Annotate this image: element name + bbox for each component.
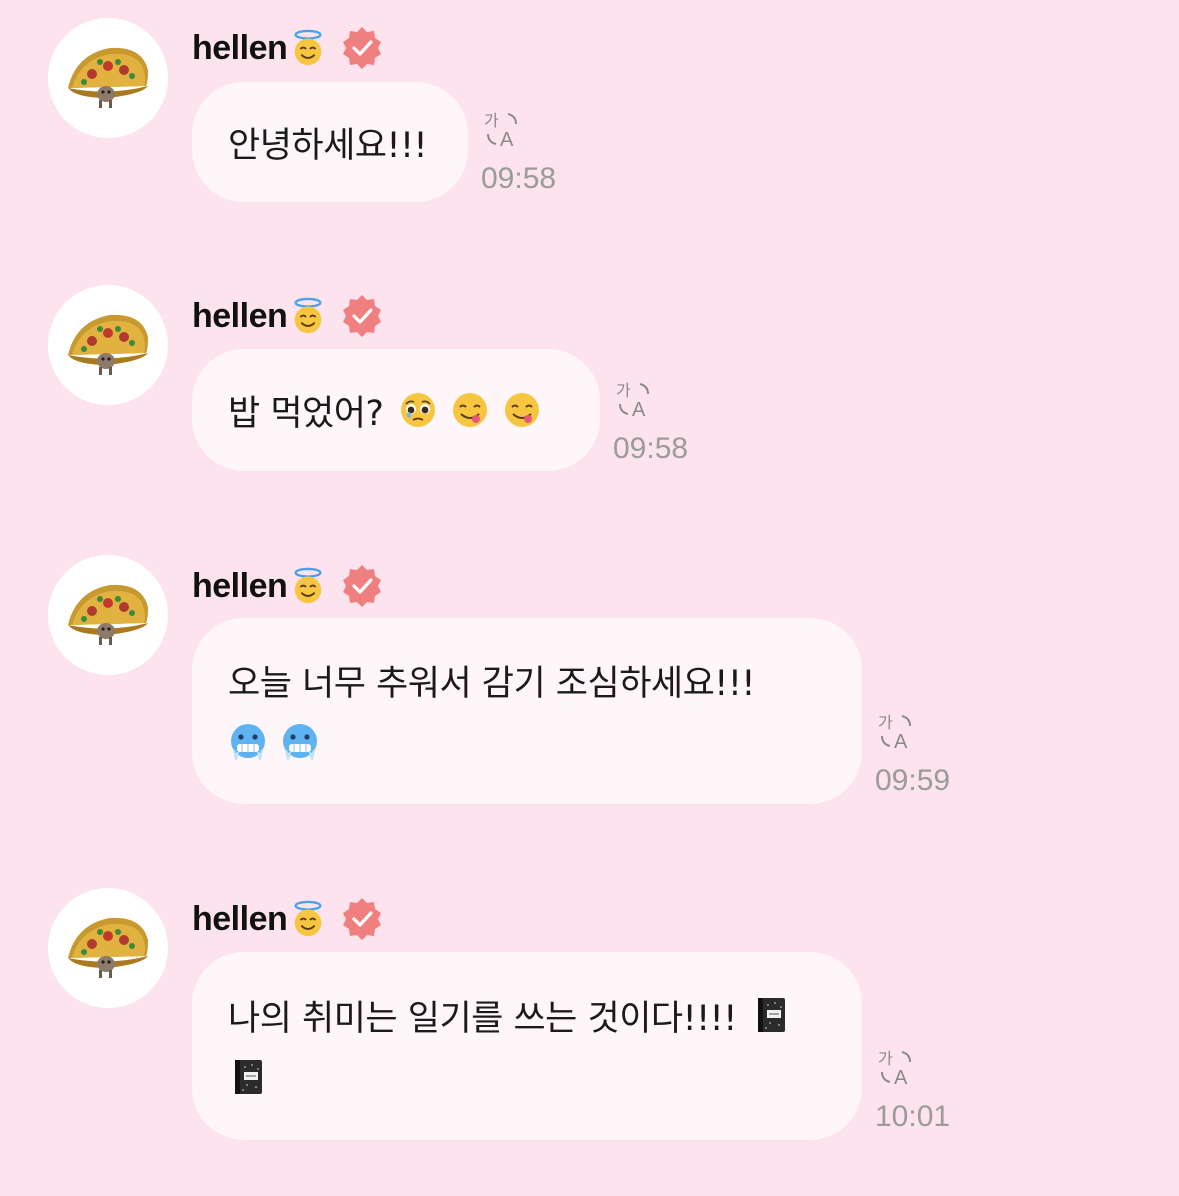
message-4: hellen 나의 취미는 일기를 쓰는 것이다!!!! 가 A 10:01	[0, 0, 1179, 1196]
notebook-emoji-icon	[757, 998, 785, 1032]
svg-text:A: A	[894, 1067, 908, 1088]
sender: hellen	[192, 897, 385, 941]
svg-text:가: 가	[878, 1049, 893, 1068]
halo-face-emoji-icon	[294, 900, 322, 937]
message-line: 나의 취미는 일기를 쓰는 것이다!!!!	[228, 984, 826, 1046]
taco-icon	[68, 917, 148, 978]
message-line	[228, 1046, 826, 1108]
message-text: 나의 취미는 일기를 쓰는 것이다!!!!	[228, 998, 737, 1039]
avatar[interactable]	[48, 888, 168, 1008]
timestamp: 10:01	[875, 1100, 951, 1133]
verified-badge-icon	[343, 898, 382, 940]
translate-icon[interactable]: 가 A	[876, 1048, 916, 1088]
notebook-emoji-icon	[235, 1060, 262, 1094]
sender-name: hellen	[192, 899, 288, 938]
message-bubble[interactable]: 나의 취미는 일기를 쓰는 것이다!!!!	[192, 952, 862, 1140]
